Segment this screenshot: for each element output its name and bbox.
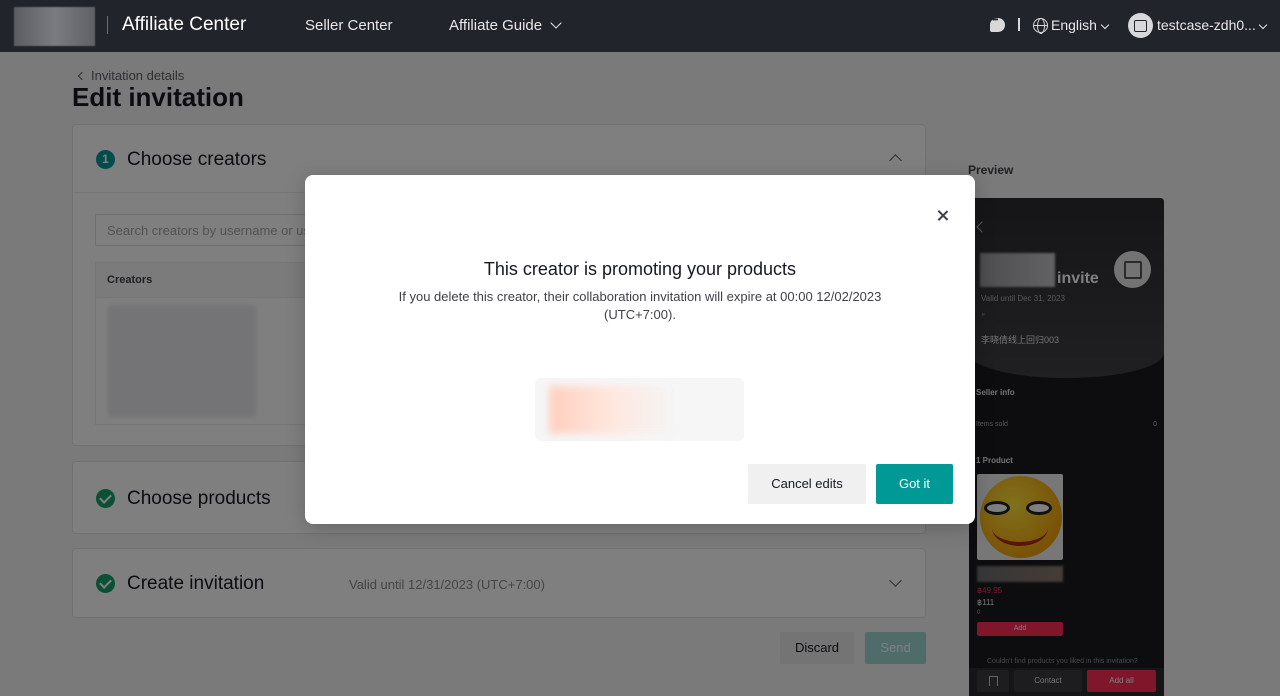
logo-divider xyxy=(107,16,108,34)
language-label: English xyxy=(1051,17,1097,33)
chat-icon[interactable] xyxy=(990,15,1005,32)
globe-icon[interactable] xyxy=(1033,18,1048,34)
chevron-down-icon xyxy=(550,17,562,29)
logo[interactable] xyxy=(14,7,95,46)
nav-affiliate-guide[interactable]: Affiliate Guide xyxy=(449,17,562,34)
brand-title[interactable]: Affiliate Center xyxy=(122,14,246,36)
user-menu[interactable]: testcase-zdh0... xyxy=(1157,17,1268,33)
blurred-creator-avatar xyxy=(549,386,674,434)
close-icon[interactable] xyxy=(934,207,952,225)
creator-card xyxy=(535,378,744,441)
cancel-edits-button[interactable]: Cancel edits xyxy=(748,464,866,504)
chevron-down-icon xyxy=(1100,20,1110,30)
got-it-button[interactable]: Got it xyxy=(876,464,953,504)
avatar[interactable] xyxy=(1128,13,1153,38)
language-selector[interactable]: English xyxy=(1051,17,1110,33)
dialog-description: If you delete this creator, their collab… xyxy=(398,289,882,322)
topbar-divider xyxy=(1018,18,1020,31)
confirmation-dialog: This creator is promoting your products … xyxy=(305,175,975,524)
dialog-title: This creator is promoting your products xyxy=(483,259,797,279)
username: testcase-zdh0... xyxy=(1157,17,1256,33)
nav-affiliate-guide-label: Affiliate Guide xyxy=(449,17,543,34)
chevron-down-icon xyxy=(1258,20,1268,30)
top-navigation-bar: Affiliate Center Seller Center Affiliate… xyxy=(0,0,1280,52)
nav-seller-center[interactable]: Seller Center xyxy=(305,17,393,34)
